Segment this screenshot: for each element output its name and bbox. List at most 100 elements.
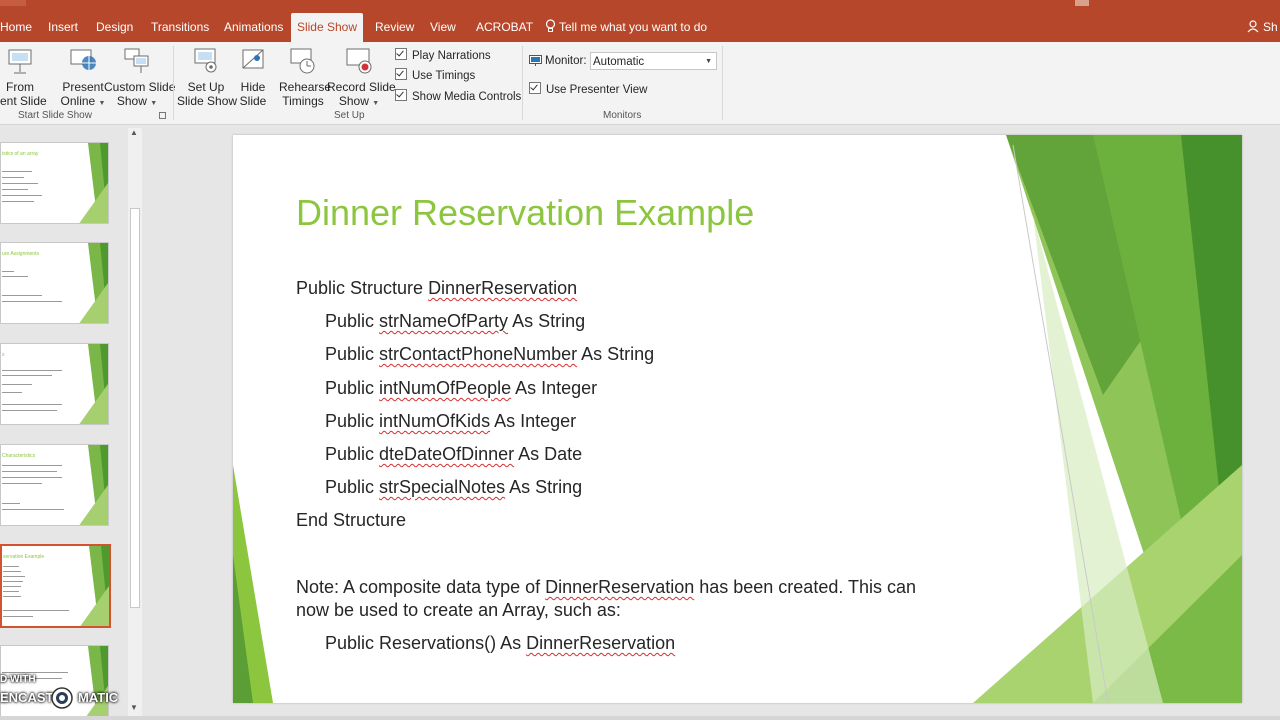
ribbon-tab-bar: Home Insert Design Transitions Animation… [0, 0, 1280, 42]
thumbnail-text-line [3, 586, 21, 587]
tab-design[interactable]: Design [96, 13, 133, 42]
slide-thumbnail[interactable]: Characteristics [0, 444, 109, 526]
code-line-field: Public intNumOfKids As Integer [325, 411, 576, 432]
dropdown-caret-icon: ▼ [372, 100, 380, 107]
slide-thumbnail[interactable]: ure Assignments [0, 242, 109, 324]
thumbnail-decoration [79, 143, 108, 223]
code-keyword: Public [325, 378, 380, 398]
thumbnail-title: s [2, 352, 5, 358]
thumbnail-title: servation Example [3, 554, 45, 560]
thumbnail-text-line [3, 576, 25, 577]
code-line-field: Public strNameOfParty As String [325, 311, 585, 332]
use-timings-label: Use Timings [412, 70, 476, 82]
from-current-label-2: rrent Slide [0, 94, 47, 108]
use-presenter-view-checkbox[interactable]: Use Presenter View [529, 82, 647, 98]
thumbnail-title: istics of an array [2, 151, 39, 157]
monitor-select-value: Automatic [593, 56, 645, 68]
thumbnail-decoration [80, 546, 109, 626]
thumbnail-text-line [2, 404, 62, 405]
present-online-button[interactable]: Present Online ▼ [60, 46, 106, 111]
thumbnail-text-line [2, 672, 68, 673]
thumbnail-text-line [2, 276, 28, 277]
slide-thumbnail-selected[interactable]: servation Example [0, 544, 111, 628]
play-narrations-label: Play Narrations [412, 50, 491, 62]
quick-access-fragment [0, 0, 26, 6]
thumbnail-text-line [3, 610, 69, 611]
tab-slide-show[interactable]: Slide Show [291, 13, 363, 42]
thumbnail-text-line [2, 183, 38, 184]
thumbnail-text-line [2, 370, 62, 371]
rehearse-timings-button[interactable]: Rehearse Timings [279, 46, 331, 108]
scroll-down-arrow-icon[interactable]: ▼ [130, 703, 138, 712]
thumbnail-text-line [3, 591, 19, 592]
code-keyword: Public [325, 344, 380, 364]
set-up-slide-show-button[interactable]: Set Up Slide Show [177, 46, 237, 108]
thumbnail-decoration [79, 243, 108, 323]
group-separator [522, 46, 523, 120]
scrollbar-thumb[interactable] [130, 208, 140, 608]
hide-slide-button[interactable]: Hide Slide [238, 46, 268, 108]
thumbnail-text-line [3, 596, 21, 597]
group-label-monitors: Monitors [603, 110, 642, 121]
tab-review[interactable]: Review [375, 13, 414, 42]
slide-canvas[interactable]: Dinner Reservation Example Public Struct… [233, 135, 1242, 703]
dialog-launcher-icon[interactable] [159, 112, 167, 120]
tab-view[interactable]: View [430, 13, 456, 42]
hide-slide-icon [238, 46, 268, 76]
note-text: has been created. This can [694, 577, 917, 597]
code-identifier: DinnerReservation [428, 278, 578, 298]
thumbnail-scrollbar[interactable]: ▲ ▼ [128, 128, 142, 718]
thumbnail-text-line [2, 471, 57, 472]
tab-acrobat[interactable]: ACROBAT [476, 13, 533, 42]
thumbnail-title: ure Assignments [2, 251, 39, 257]
user-initials: Sh [1263, 20, 1278, 34]
group-label-start-slide-show: Start Slide Show [18, 110, 92, 121]
note-identifier: DinnerReservation [545, 577, 695, 597]
thumbnail-text-line [2, 295, 42, 296]
account-button[interactable]: Sh [1247, 13, 1278, 42]
thumbnail-text-line [2, 201, 34, 202]
tab-animations[interactable]: Animations [224, 13, 283, 42]
slide-title[interactable]: Dinner Reservation Example [296, 192, 754, 234]
scroll-up-arrow-icon[interactable]: ▲ [130, 128, 138, 137]
code-keyword: Public [325, 477, 380, 497]
thumbnail-title: Characteristics [2, 453, 36, 459]
code-line-example: Public Reservations() As DinnerReservati… [325, 633, 675, 654]
thumbnail-text-line [2, 483, 42, 484]
screencast-logo-icon [51, 687, 73, 709]
setup-show-label-1: Set Up [187, 80, 225, 94]
thumbnail-decoration [79, 344, 108, 424]
slide-thumbnail[interactable]: istics of an array [0, 142, 109, 224]
thumbnail-decoration [79, 445, 108, 525]
play-narrations-checkbox[interactable]: Play Narrations [395, 48, 491, 64]
record-label-1: Record Slide [327, 80, 396, 94]
show-media-controls-checkbox[interactable]: Show Media Controls [395, 89, 521, 105]
from-current-slide-button[interactable]: From rrent Slide [0, 46, 47, 108]
tell-me-search[interactable]: Tell me what you want to do [545, 13, 707, 42]
custom-show-label-1: Custom Slide [104, 80, 176, 94]
tab-insert[interactable]: Insert [48, 13, 78, 42]
record-label-2-row: Show ▼ [327, 94, 391, 111]
monitor-select[interactable]: Automatic ▼ [590, 52, 717, 70]
custom-show-label-2: Show [116, 94, 147, 108]
tab-transitions[interactable]: Transitions [151, 13, 209, 42]
code-keyword: Public Structure [296, 278, 429, 298]
group-separator [173, 46, 174, 120]
thumbnail-text-line [2, 177, 24, 178]
hide-slide-label-2: Slide [239, 94, 267, 108]
group-label-set-up: Set Up [334, 110, 365, 121]
tab-home[interactable]: Home [0, 13, 32, 42]
code-keyword: Public [325, 444, 380, 464]
slide-thumbnail[interactable]: s [0, 343, 109, 425]
code-type: As String [577, 344, 655, 364]
thumbnail-text-line [2, 301, 62, 302]
watermark-text-a: ENCAST [0, 690, 54, 705]
code-line-field: Public strContactPhoneNumber As String [325, 344, 654, 365]
thumbnail-text-line [3, 581, 23, 582]
record-slide-show-button[interactable]: Record Slide Show ▼ [327, 46, 396, 111]
present-online-label-2-row: Online ▼ [60, 94, 106, 111]
use-timings-checkbox[interactable]: Use Timings [395, 68, 475, 84]
code-line-structure: Public Structure DinnerReservation [296, 278, 577, 299]
code-identifier: strContactPhoneNumber [379, 344, 578, 364]
custom-slide-show-button[interactable]: Custom Slide Show ▼ [104, 46, 176, 111]
